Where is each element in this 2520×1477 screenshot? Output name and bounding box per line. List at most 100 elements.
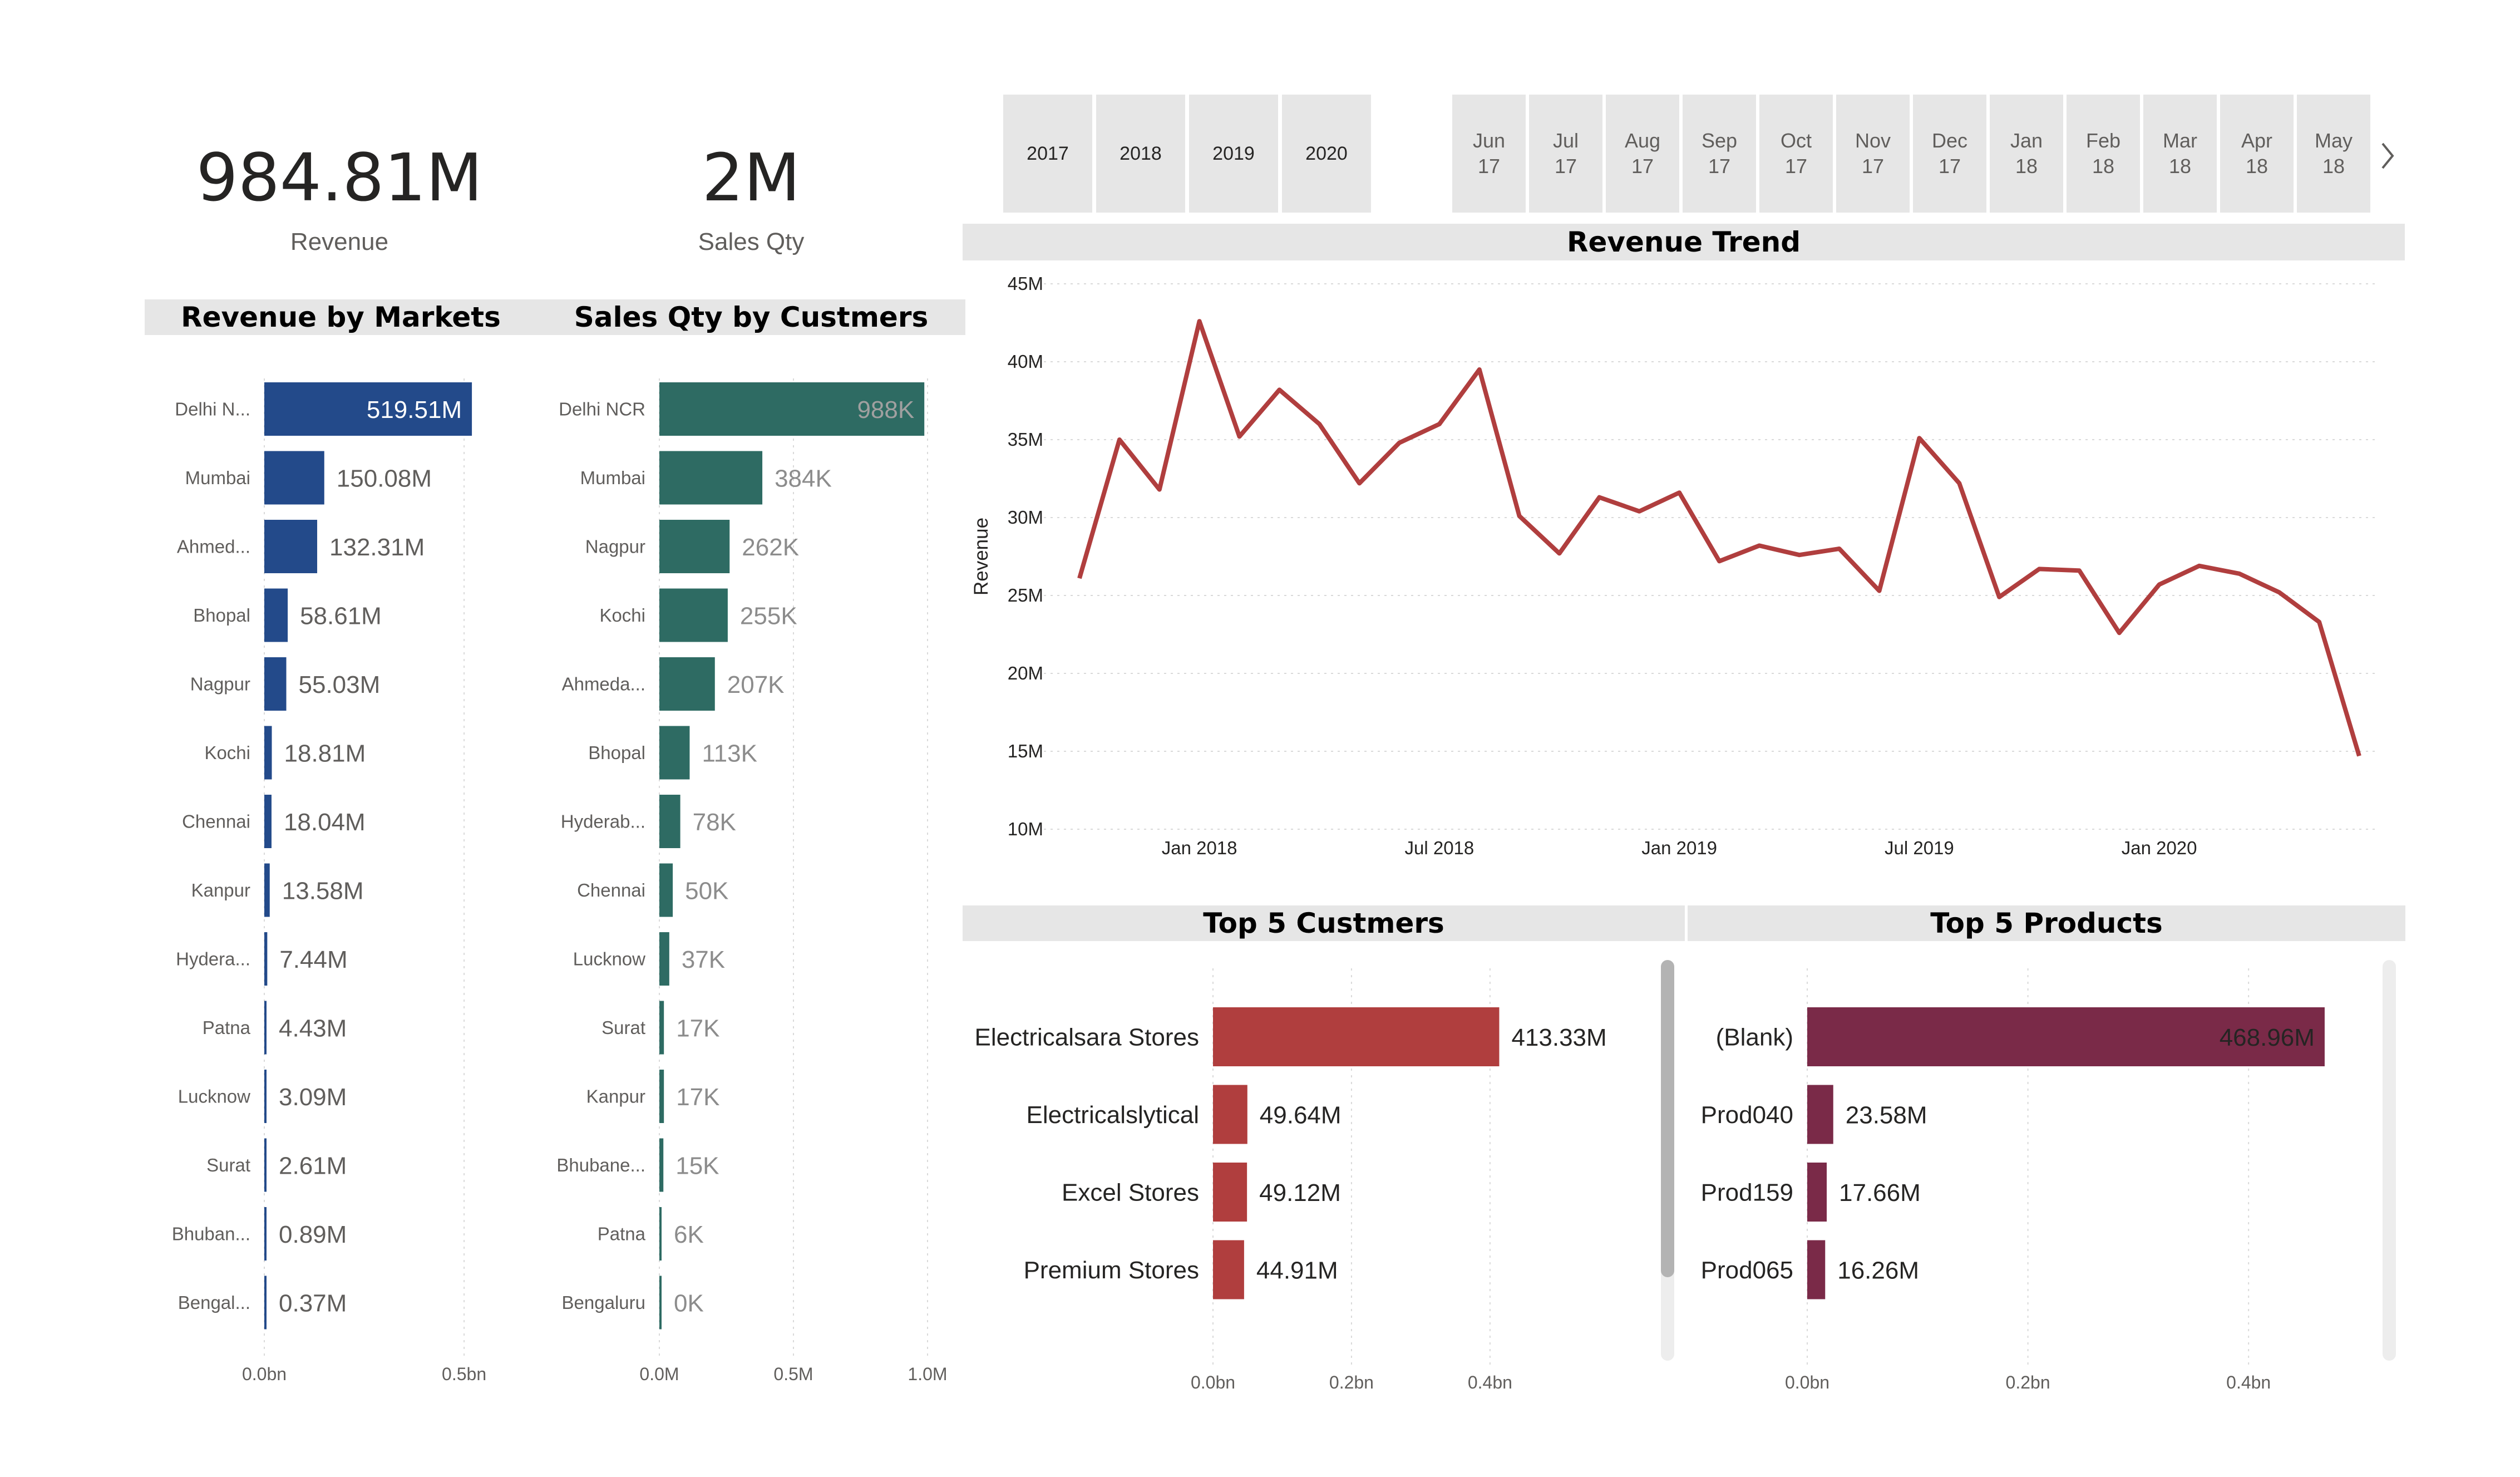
- month-slicer-item[interactable]: Apr 18: [2220, 95, 2294, 213]
- category-label: Prod065: [1701, 1257, 1793, 1284]
- bar: [1213, 1240, 1244, 1299]
- month-slicer-year: 17: [1631, 155, 1654, 178]
- month-slicer-month: Sep: [1701, 129, 1738, 152]
- month-slicer-year: 18: [2168, 155, 2192, 178]
- x-tick-label: Jan 2018: [1162, 838, 1237, 858]
- bar: [1213, 1163, 1247, 1222]
- y-tick-label: 45M: [1008, 273, 1043, 294]
- bar: [264, 863, 270, 917]
- month-slicer-item[interactable]: Jan 18: [1990, 95, 2063, 213]
- bar: [659, 1001, 664, 1055]
- y-tick-label: 40M: [1008, 351, 1043, 372]
- year-slicer-item[interactable]: 2020: [1282, 95, 1371, 213]
- category-label: Kochi: [599, 605, 645, 626]
- sales-qty-by-customers-title: Sales Qty by Custmers: [537, 299, 965, 335]
- category-label: Patna: [598, 1224, 646, 1244]
- month-slicer-item[interactable]: Jul 17: [1529, 95, 1602, 213]
- data-label: 18.04M: [284, 809, 366, 836]
- x-tick-label: 0.2bn: [1329, 1372, 1374, 1392]
- data-label: 55.03M: [299, 671, 381, 698]
- category-label: Delhi N...: [175, 399, 250, 420]
- category-label: Premium Stores: [1024, 1257, 1199, 1284]
- x-tick-label: Jan 2020: [2122, 838, 2197, 858]
- month-slicer-month: Jul: [1552, 129, 1579, 152]
- bar: [264, 588, 288, 642]
- x-tick-label: 0.5M: [773, 1364, 813, 1384]
- month-slicer-year: 17: [1554, 155, 1577, 178]
- revenue-by-markets-chart: 0.0bn 0.5bn Delhi N... 519.51M Mumbai 150.08M…: [172, 378, 486, 1384]
- bar: [1807, 1085, 1833, 1144]
- category-label: Hydera...: [176, 949, 250, 969]
- month-slicer-month: Feb: [2085, 129, 2121, 152]
- month-slicer-item[interactable]: Mar 18: [2143, 95, 2217, 213]
- bar: [264, 451, 324, 505]
- category-label: Chennai: [577, 880, 645, 900]
- x-tick-label: 0.0M: [639, 1364, 679, 1384]
- month-slicer-item[interactable]: Sep 17: [1683, 95, 1756, 213]
- month-slicer-year: 17: [1938, 155, 1961, 178]
- month-slicer-item[interactable]: Oct 17: [1759, 95, 1833, 213]
- year-slicer-item[interactable]: 2017: [1003, 95, 1092, 213]
- category-label: (Blank): [1716, 1023, 1793, 1051]
- month-slicer-year: 18: [2015, 155, 2038, 178]
- y-tick-label: 20M: [1008, 663, 1043, 683]
- month-slicer-item[interactable]: Feb 18: [2067, 95, 2140, 213]
- data-label: 17.66M: [1839, 1179, 1921, 1207]
- month-slicer-item[interactable]: May 18: [2297, 95, 2370, 213]
- year-slicer-item[interactable]: 2019: [1189, 95, 1278, 213]
- category-label: Chennai: [182, 811, 250, 832]
- month-slicer-item[interactable]: Aug 17: [1606, 95, 1679, 213]
- top5-customers-scrollbar-thumb[interactable]: [1661, 960, 1674, 1277]
- month-slicer-month: Jun: [1472, 129, 1506, 152]
- x-tick-label: 0.5bn: [442, 1364, 486, 1384]
- month-slicer-item[interactable]: Nov 17: [1836, 95, 1910, 213]
- bar: [659, 1276, 662, 1330]
- data-label: 468.96M: [2220, 1024, 2315, 1051]
- data-label: 519.51M: [367, 396, 462, 424]
- month-slicer-month: Nov: [1855, 129, 1891, 152]
- top5-products-scrollbar[interactable]: [2383, 960, 2396, 1361]
- x-tick-label: 0.2bn: [2006, 1372, 2050, 1392]
- data-label: 0.37M: [279, 1289, 347, 1317]
- category-label: Mumbai: [185, 467, 250, 488]
- data-label: 6K: [674, 1221, 704, 1248]
- y-tick-label: 10M: [1008, 819, 1043, 839]
- revenue-kpi-label: Revenue: [290, 228, 389, 255]
- year-slicer-item[interactable]: 2018: [1096, 95, 1185, 213]
- x-tick-label: Jul 2019: [1885, 838, 1954, 858]
- bar: [264, 657, 287, 711]
- data-label: 16.26M: [1837, 1257, 1919, 1284]
- category-label: Ahmed...: [177, 536, 250, 557]
- bar: [659, 520, 730, 573]
- data-label: 17K: [676, 1084, 719, 1111]
- data-label: 4.43M: [279, 1015, 347, 1042]
- x-tick-label: 0.4bn: [2226, 1372, 2271, 1392]
- data-label: 0K: [674, 1289, 704, 1317]
- x-tick-label: Jul 2018: [1404, 838, 1474, 858]
- category-label: Kanpur: [586, 1086, 645, 1107]
- month-slicer-year: 18: [2322, 155, 2345, 178]
- category-label: Patna: [203, 1017, 251, 1038]
- data-label: 58.61M: [300, 602, 382, 629]
- category-label: Kanpur: [191, 880, 250, 900]
- data-label: 262K: [742, 534, 799, 561]
- data-label: 384K: [775, 465, 832, 492]
- data-label: 2.61M: [279, 1152, 347, 1179]
- bar: [264, 1001, 267, 1055]
- bar: [659, 932, 669, 986]
- x-tick-label: 0.0bn: [1191, 1372, 1235, 1392]
- data-label: 13.58M: [282, 877, 364, 904]
- data-label: 49.12M: [1259, 1179, 1341, 1207]
- data-label: 413.33M: [1511, 1024, 1606, 1051]
- x-tick-label: 0.4bn: [1468, 1372, 1512, 1392]
- month-slicer-item[interactable]: Jun 17: [1452, 95, 1526, 213]
- category-label: Prod040: [1701, 1101, 1793, 1129]
- category-label: Nagpur: [190, 674, 250, 695]
- revenue-series-line: [1077, 319, 2361, 757]
- y-tick-label: 35M: [1008, 429, 1043, 450]
- category-label: Bhuban...: [172, 1224, 250, 1244]
- month-slicer-item[interactable]: Dec 17: [1913, 95, 1986, 213]
- chevron-right-icon[interactable]: [2376, 139, 2398, 173]
- category-label: Ahmeda...: [562, 674, 645, 695]
- data-label: 988K: [857, 396, 914, 424]
